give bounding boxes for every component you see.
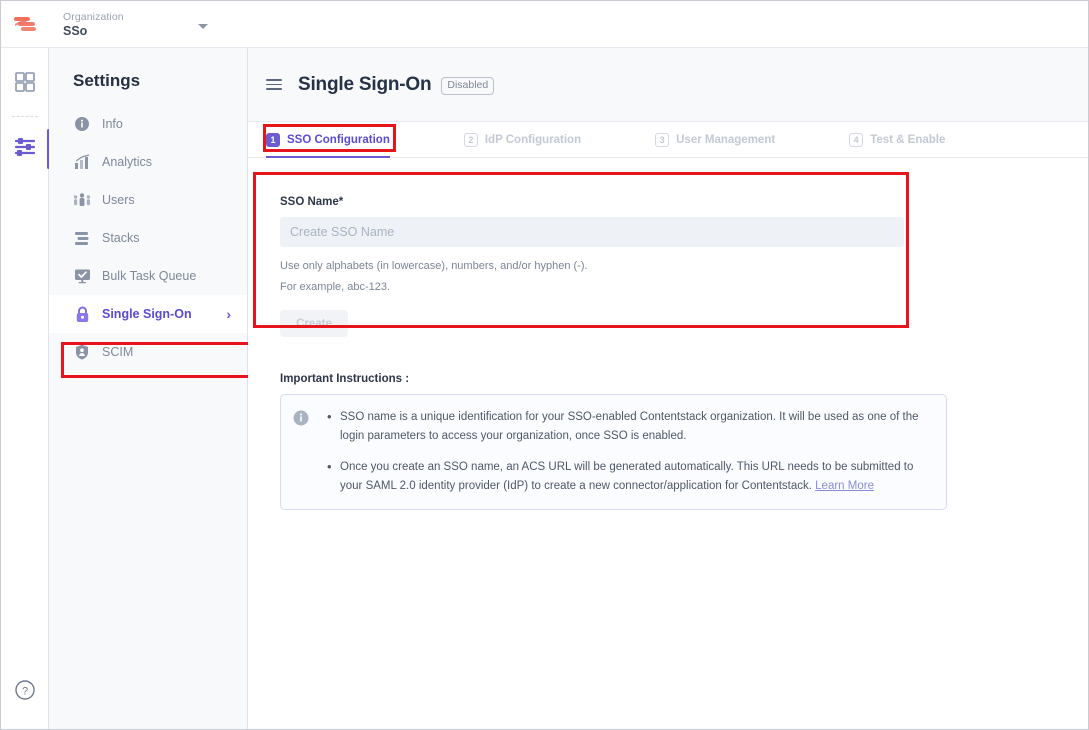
tab-label: SSO Configuration (287, 134, 390, 146)
monitor-check-icon (73, 267, 91, 285)
instructions-title: Important Instructions : (280, 373, 1070, 385)
rail-divider (12, 116, 38, 117)
sidebar-item-label: SCIM (102, 345, 133, 359)
tab-sso-configuration[interactable]: 1 SSO Configuration (266, 122, 390, 157)
create-button[interactable]: Create (280, 310, 348, 337)
hamburger-menu-icon[interactable] (266, 79, 282, 90)
top-bar: Organization SSo (1, 1, 1088, 48)
sidebar-item-label: Analytics (102, 155, 152, 169)
grid-apps-icon (15, 72, 35, 97)
org-switcher[interactable]: Organization SSo (63, 10, 223, 39)
stacks-layers-icon (73, 229, 91, 247)
lock-icon (73, 305, 91, 323)
users-group-icon (73, 191, 91, 209)
icon-rail: ? (1, 48, 49, 730)
sso-name-label: SSO Name* (280, 196, 904, 208)
rail-item-settings[interactable] (1, 121, 49, 177)
tab-number: 3 (655, 133, 669, 147)
org-label: Organization (63, 10, 124, 24)
sidebar-title: Settings (49, 48, 247, 105)
status-badge: Disabled (441, 77, 494, 95)
chevron-down-icon[interactable] (198, 24, 208, 29)
tab-bar: 1 SSO Configuration 2 IdP Configuration … (248, 122, 1088, 158)
list-item: SSO name is a unique identification for … (327, 408, 932, 446)
tab-label: IdP Configuration (485, 134, 581, 146)
sidebar-item-label: Stacks (102, 231, 140, 245)
rail-item-apps[interactable] (1, 56, 49, 112)
page-title: Single Sign-On (298, 74, 431, 96)
tab-number: 4 (849, 133, 863, 147)
svg-text:?: ? (22, 686, 28, 698)
instructions-box: SSO name is a unique identification for … (280, 394, 947, 510)
info-circle-icon (73, 115, 91, 133)
tab-label: Test & Enable (870, 134, 945, 146)
sidebar-item-users[interactable]: Users (49, 181, 247, 219)
page-header: Single Sign-On Disabled (248, 48, 1088, 122)
help-circle-icon: ? (14, 679, 36, 706)
learn-more-link[interactable]: Learn More (815, 480, 874, 492)
shield-user-icon (73, 343, 91, 361)
sso-name-hint-line2: For example, abc-123. (280, 279, 904, 296)
analytics-chart-icon (73, 153, 91, 171)
contentstack-logo-icon[interactable] (1, 1, 49, 48)
list-item: Once you create an SSO name, an ACS URL … (327, 458, 932, 496)
info-circle-icon (293, 410, 311, 496)
sidebar-item-scim[interactable]: SCIM (49, 333, 247, 371)
app-window: Organization SSo (0, 0, 1089, 730)
settings-sidebar: Settings Info Analytics (49, 48, 248, 730)
tab-user-management[interactable]: 3 User Management (655, 122, 775, 157)
instructions-list: SSO name is a unique identification for … (327, 408, 932, 496)
tab-number: 1 (266, 133, 280, 147)
sidebar-item-stacks[interactable]: Stacks (49, 219, 247, 257)
sidebar-item-bulk-task-queue[interactable]: Bulk Task Queue (49, 257, 247, 295)
help-button[interactable]: ? (1, 679, 49, 706)
tab-idp-configuration[interactable]: 2 IdP Configuration (464, 122, 581, 157)
settings-sliders-icon (14, 136, 36, 163)
sidebar-item-label: Info (102, 117, 123, 131)
content-area: SSO Name* Use only alphabets (in lowerca… (248, 158, 1088, 510)
chevron-right-icon: › (226, 306, 231, 322)
tab-test-and-enable[interactable]: 4 Test & Enable (849, 122, 945, 157)
sidebar-item-analytics[interactable]: Analytics (49, 143, 247, 181)
sidebar-item-label: Users (102, 193, 135, 207)
main-content: Single Sign-On Disabled 1 SSO Configurat… (248, 48, 1088, 730)
sidebar-item-single-sign-on[interactable]: Single Sign-On › (49, 295, 247, 333)
sso-name-input[interactable] (280, 217, 904, 247)
org-name: SSo (63, 24, 124, 39)
tab-number: 2 (464, 133, 478, 147)
sso-name-form: SSO Name* Use only alphabets (in lowerca… (266, 180, 918, 351)
sso-name-hint-line1: Use only alphabets (in lowercase), numbe… (280, 258, 904, 275)
sidebar-item-info[interactable]: Info (49, 105, 247, 143)
sidebar-item-label: Bulk Task Queue (102, 269, 196, 283)
sidebar-item-label: Single Sign-On (102, 307, 192, 321)
tab-label: User Management (676, 134, 775, 146)
